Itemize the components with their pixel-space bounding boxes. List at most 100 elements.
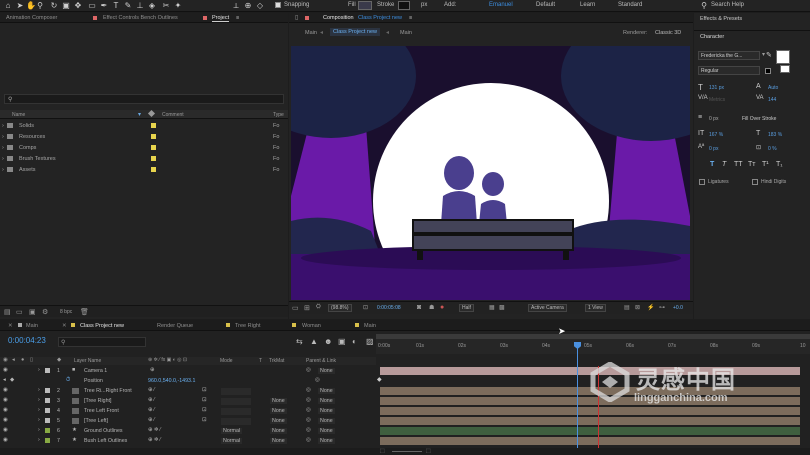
playhead-line[interactable]: [577, 346, 578, 455]
brush-tool-icon[interactable]: ✎: [124, 1, 132, 10]
trash-icon[interactable]: 🗑: [80, 308, 89, 316]
lock-icon[interactable]: ▯: [295, 14, 298, 21]
tab-render-queue[interactable]: Render Queue: [157, 323, 193, 329]
timeline-current-time[interactable]: 0:00:04:23: [8, 336, 46, 345]
table-row[interactable]: ◉ › 4 Tree Left Front ⊕ ⁄ ⊡ None ◎ None: [0, 406, 376, 416]
roto-tool-icon[interactable]: ✂: [162, 1, 170, 10]
motion-blur-icon[interactable]: ◐: [352, 337, 357, 346]
preview-icon[interactable]: ▭: [292, 304, 299, 312]
zoom-out-icon[interactable]: ⬚: [380, 448, 385, 454]
workspace-learn[interactable]: Learn: [580, 2, 595, 8]
faux-bold-icon[interactable]: T: [710, 161, 714, 168]
breadcrumb-main-2[interactable]: Main: [400, 30, 412, 36]
zoom-tool-icon[interactable]: ⚲: [36, 1, 44, 10]
faux-italic-icon[interactable]: T: [722, 161, 726, 168]
tab-effect-controls[interactable]: Effect Controls Bench Outlines: [103, 15, 178, 21]
hand-tool-icon[interactable]: ✋: [26, 1, 36, 10]
layer-bar[interactable]: [380, 427, 800, 435]
axis-local-icon[interactable]: ⟂: [232, 1, 240, 10]
subscript-icon[interactable]: T₁: [776, 161, 783, 168]
font-family-select[interactable]: Fredericka the G...: [698, 51, 760, 60]
table-row[interactable]: ◉ › 3 [Tree Right] ⊕ ⁄ ⊡ None ◎ None: [0, 396, 376, 406]
current-time[interactable]: 0:00:05:08: [377, 305, 401, 311]
font-dropdown-chevron-icon[interactable]: ▾: [762, 51, 765, 58]
renderer-value[interactable]: Classic 3D: [655, 30, 681, 36]
bpc-toggle[interactable]: 8 bpc: [60, 309, 72, 315]
comp-flowchart-icon[interactable]: ⇆: [296, 337, 303, 346]
list-item[interactable]: › Brush Textures Fo: [0, 154, 288, 165]
color-channel-icon[interactable]: ●: [440, 304, 444, 311]
snapshot-camera-icon[interactable]: ◙: [417, 304, 421, 311]
sort-chevron-icon[interactable]: ▾: [138, 111, 141, 118]
timeline-search-input[interactable]: ⚲: [58, 337, 146, 347]
frame-blending-icon[interactable]: ▣: [338, 337, 346, 346]
black-swatch[interactable]: [765, 68, 771, 74]
tab-tree-right[interactable]: Tree Right: [235, 323, 260, 329]
view-options-icon[interactable]: ▤: [624, 304, 630, 311]
superscript-icon[interactable]: T¹: [762, 161, 769, 168]
horizontal-scale-value[interactable]: 183 %: [768, 132, 782, 138]
breadcrumb-main[interactable]: Main: [305, 30, 317, 36]
font-style-select[interactable]: Regular: [698, 66, 760, 75]
zoom-select[interactable]: (98.8%): [328, 304, 352, 312]
grid-icon[interactable]: ⊞: [304, 304, 310, 312]
font-size-value[interactable]: 131 px: [709, 85, 724, 91]
stroke-width-value[interactable]: 0 px: [709, 116, 718, 122]
project-search-input[interactable]: ⚲: [4, 94, 284, 104]
breadcrumb-class-project[interactable]: Class Project new: [330, 28, 381, 36]
tracking-value[interactable]: 144: [768, 97, 776, 103]
puppet-tool-icon[interactable]: ✦: [174, 1, 182, 10]
type-tool-icon[interactable]: T: [112, 1, 120, 10]
col-mode[interactable]: Mode: [220, 358, 233, 364]
eraser-tool-icon[interactable]: ◈: [148, 1, 156, 10]
table-row[interactable]: ◉ › 2 Tree Ri...Right Front ⊕ ⁄ ⊡ ◎ None: [0, 386, 376, 396]
tab-composition[interactable]: Composition: [323, 15, 354, 21]
table-row[interactable]: ◉ › 7 ★ Bush Left Outlines ⊕ ✲ ⁄ Normal N…: [0, 436, 376, 446]
show-snapshot-icon[interactable]: ☗: [429, 304, 434, 311]
zoom-in-icon[interactable]: ⬚: [426, 448, 431, 454]
eyedropper-icon[interactable]: ✎: [766, 51, 772, 59]
selection-tool-icon[interactable]: ➤: [16, 1, 24, 10]
tsume-value[interactable]: 0 %: [768, 146, 777, 152]
panel-menu-icon[interactable]: ≡: [236, 15, 239, 21]
draft-3d-icon[interactable]: ▲: [310, 337, 318, 346]
tab-animation-composer[interactable]: Animation Composer: [6, 15, 57, 21]
search-help-input[interactable]: Search Help: [711, 2, 744, 8]
zoom-slider[interactable]: [392, 451, 422, 452]
composition-viewer[interactable]: [291, 46, 690, 300]
new-folder-icon[interactable]: ▭: [16, 308, 23, 316]
col-parent[interactable]: Parent & Link: [306, 358, 336, 364]
project-settings-icon[interactable]: ⚙: [42, 308, 48, 316]
list-item[interactable]: › Resources Fo: [0, 132, 288, 143]
search-icon[interactable]: ⚲: [700, 1, 708, 10]
shy-icon[interactable]: ☻: [324, 337, 332, 346]
region-of-interest-icon[interactable]: ▦: [489, 304, 495, 311]
small-caps-icon[interactable]: Tт: [748, 161, 755, 168]
list-item[interactable]: › Comps Fo: [0, 143, 288, 154]
ligatures-checkbox[interactable]: [699, 179, 705, 185]
label-tag-icon[interactable]: [147, 109, 156, 118]
workspace-emanuel[interactable]: Emanuel: [489, 2, 513, 8]
tab-woman[interactable]: Woman: [302, 323, 321, 329]
tab-class-project-new[interactable]: Class Project new: [80, 323, 124, 329]
axis-world-icon[interactable]: ⊕: [244, 1, 252, 10]
vertical-scale-value[interactable]: 167 %: [709, 132, 723, 138]
col-comment[interactable]: Comment: [162, 112, 184, 118]
graph-editor-icon[interactable]: ▨: [366, 337, 374, 346]
work-area-bar[interactable]: [376, 334, 810, 339]
tab-composition-name[interactable]: Class Project new: [358, 15, 402, 21]
tab-project[interactable]: Project: [212, 15, 230, 22]
rectangle-tool-icon[interactable]: ▭: [88, 1, 96, 10]
effects-presets-header[interactable]: Effects & Presets: [700, 16, 742, 22]
pen-tool-icon[interactable]: ✒: [100, 1, 108, 10]
rotate-tool-icon[interactable]: ↻: [50, 1, 58, 10]
axis-view-icon[interactable]: ◇: [256, 1, 264, 10]
table-row[interactable]: ◉ › 5 [Tree Left] ⊕ ⁄ ⊡ None ◎ None: [0, 416, 376, 426]
camera-tool-icon[interactable]: ▣: [62, 1, 70, 10]
workspace-default[interactable]: Default: [536, 2, 555, 8]
hindi-digits-checkbox[interactable]: [752, 179, 758, 185]
leading-value[interactable]: Auto: [768, 85, 778, 91]
reset-exposure-icon[interactable]: ⊠: [635, 304, 640, 311]
layer-bar[interactable]: [380, 437, 800, 445]
snapping-checkbox[interactable]: [275, 2, 281, 8]
